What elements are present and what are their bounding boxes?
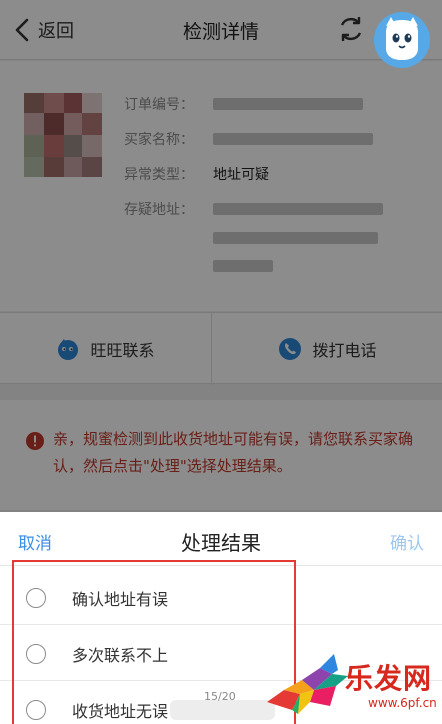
- radio-button[interactable]: [26, 644, 46, 664]
- radio-button[interactable]: [26, 700, 46, 720]
- option-label: 收货地址无误: [72, 702, 169, 721]
- blur-band: [170, 700, 275, 720]
- watermark-text: 乐发网: [345, 662, 433, 695]
- sheet-title: 处理结果: [181, 531, 261, 555]
- watermark-url: www.6pf.cn: [368, 696, 437, 710]
- option-label: 多次联系不上: [72, 646, 169, 665]
- option-address-wrong[interactable]: 确认地址有误: [14, 570, 294, 626]
- page-counter: 15/20: [204, 690, 236, 703]
- modal-backdrop[interactable]: [0, 0, 442, 512]
- option-unreachable[interactable]: 多次联系不上: [14, 626, 294, 682]
- confirm-button[interactable]: 确认: [390, 529, 424, 554]
- sheet-header: 取消 处理结果 确认: [0, 512, 442, 566]
- option-label: 确认地址有误: [72, 590, 169, 609]
- mascot-avatar-icon[interactable]: [370, 10, 434, 70]
- radio-button[interactable]: [26, 588, 46, 608]
- watermark-fox-logo: [267, 654, 348, 714]
